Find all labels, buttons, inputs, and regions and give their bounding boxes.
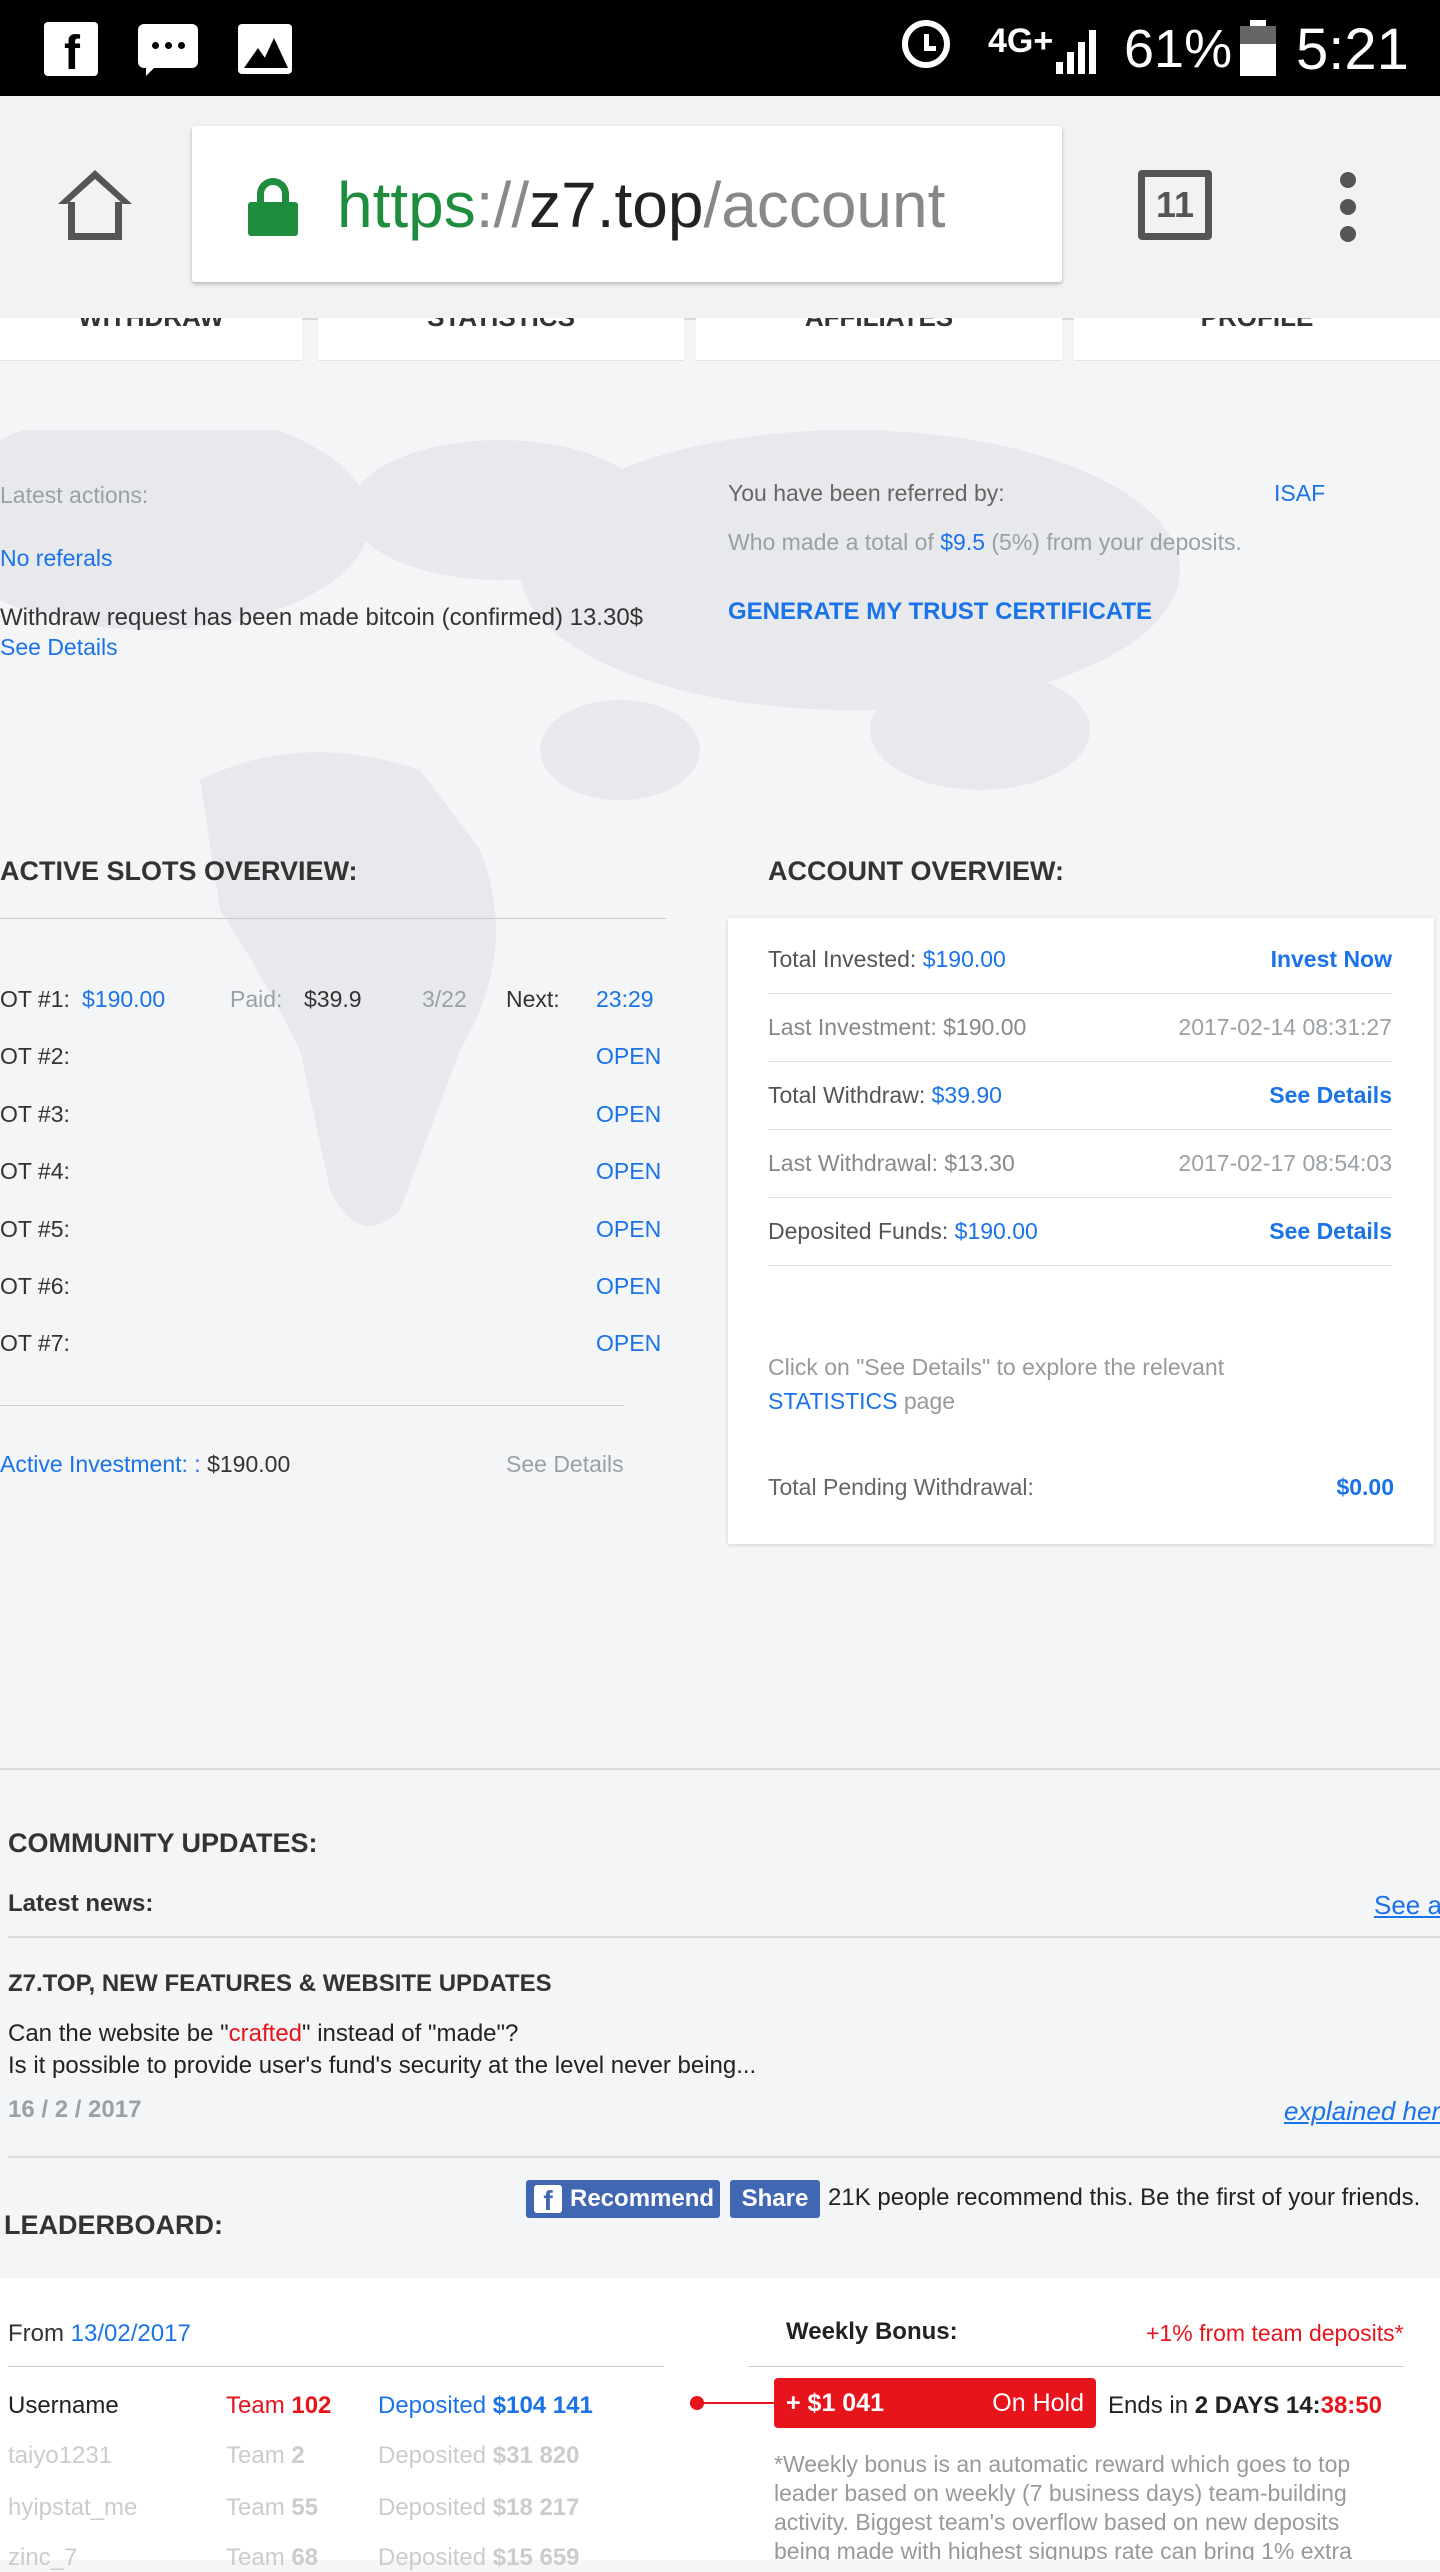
slot-open-link[interactable]: OPEN: [596, 1273, 661, 1300]
slot-next-timer: 23:29: [596, 986, 654, 1012]
battery-percent: 61%: [1124, 19, 1233, 79]
latest-actions-label: Latest actions:: [0, 482, 149, 508]
address-bar[interactable]: https://z7.top/account: [192, 126, 1062, 282]
slot-row: OT #4: OPEN: [0, 1158, 662, 1185]
facebook-icon: f: [534, 2185, 562, 2216]
bonus-badge: + $1 041 On Hold: [774, 2378, 1096, 2428]
withdraw-request-text: Withdraw request has been made bitcoin (…: [0, 604, 644, 631]
total-invested-row: Total Invested: $190.00 Invest Now: [768, 926, 1392, 994]
leaderboard-from: From 13/02/2017: [8, 2320, 191, 2347]
referral-earnings: Who made a total of $9.5 (5%) from your …: [728, 529, 1242, 555]
active-investment: Active Investment: : $190.00: [0, 1451, 291, 1477]
slot-row: OT #1: $190.00 Paid: $39.9 3/22 Next: 23…: [0, 986, 654, 1012]
signal-icon: [1056, 22, 1106, 74]
fb-recommend-button[interactable]: f Recommend: [526, 2180, 720, 2218]
bonus-dot: [690, 2396, 704, 2410]
menu-dots-icon[interactable]: [1336, 172, 1360, 242]
battery-icon: [1240, 20, 1276, 76]
divider: [0, 1405, 624, 1406]
invest-now-link[interactable]: Invest Now: [1271, 946, 1392, 973]
url-scheme: https: [337, 169, 476, 241]
divider: [0, 1768, 1440, 1770]
slot-paid: $39.9: [304, 986, 362, 1012]
no-referrals-link[interactable]: No referals: [0, 545, 112, 572]
weekly-bonus-note: *Weekly bonus is an automatic reward whi…: [774, 2451, 1352, 2560]
slot-open-link[interactable]: OPEN: [596, 1158, 661, 1185]
news-date: 16 / 2 / 2017: [8, 2096, 142, 2123]
withdraw-see-details-link[interactable]: See Details: [1269, 1082, 1392, 1109]
bonus-connector: [692, 2402, 776, 2404]
lock-icon: [248, 178, 298, 236]
image-icon: [238, 24, 292, 74]
slot-open-link[interactable]: OPEN: [596, 1330, 661, 1357]
divider: [8, 2156, 1440, 2158]
active-investment-see-details[interactable]: See Details: [506, 1451, 624, 1478]
total-withdraw-row: Total Withdraw: $39.90 See Details: [768, 1062, 1392, 1130]
slot-progress: 3/22: [422, 986, 467, 1012]
url-path: /account: [703, 169, 946, 241]
tab-affiliates[interactable]: AFFILIATES: [696, 318, 1062, 361]
fb-recommend-text: 21K people recommend this. Be the first …: [828, 2184, 1421, 2211]
tab-profile[interactable]: PROFILE: [1074, 318, 1440, 361]
latest-actions-see-details[interactable]: See Details: [0, 634, 118, 661]
slot-row: OT #5: OPEN: [0, 1216, 662, 1243]
latest-news-label: Latest news:: [8, 1890, 154, 1917]
divider: [748, 2366, 1404, 2367]
url-separator: ://: [475, 169, 530, 241]
message-icon: [138, 24, 198, 76]
home-icon[interactable]: [58, 170, 132, 240]
url-host: z7.top: [529, 169, 704, 241]
explained-link[interactable]: explained her: [1284, 2096, 1440, 2127]
from-date-link[interactable]: 13/02/2017: [71, 2320, 191, 2347]
tab-statistics[interactable]: STATISTICS: [318, 318, 684, 361]
account-overview-title: ACCOUNT OVERVIEW:: [768, 856, 1065, 886]
pending-withdrawal-label: Total Pending Withdrawal:: [768, 1474, 1034, 1500]
network-type: 4G+: [988, 22, 1054, 60]
community-title: COMMUNITY UPDATES:: [8, 1828, 318, 1858]
slot-open-link[interactable]: OPEN: [596, 1216, 661, 1243]
bonus-countdown: Ends in 2 DAYS 14:38:50: [1108, 2392, 1382, 2419]
weekly-bonus-label: Weekly Bonus:: [786, 2318, 958, 2345]
facebook-icon: f: [44, 22, 98, 78]
referrer-link[interactable]: ISAF: [1274, 480, 1325, 507]
divider: [0, 918, 666, 919]
slot-row: OT #3: OPEN: [0, 1101, 662, 1128]
slot-amount: $190.00: [82, 986, 166, 1012]
tab-withdraw[interactable]: WITHDRAW: [0, 318, 302, 361]
leaderboard-title: LEADERBOARD:: [4, 2210, 223, 2240]
generate-certificate-link[interactable]: GENERATE MY TRUST CERTIFICATE: [728, 598, 1152, 626]
url-text[interactable]: https://z7.top/account: [337, 168, 945, 242]
slot-open-link[interactable]: OPEN: [596, 1043, 661, 1070]
pending-withdrawal-value: $0.00: [1336, 1474, 1394, 1500]
referred-by-label: You have been referred by:: [728, 480, 1005, 506]
slot-row: OT #6: OPEN: [0, 1273, 662, 1300]
slot-row: OT #2: OPEN: [0, 1043, 662, 1070]
slot-open-link[interactable]: OPEN: [596, 1101, 661, 1128]
weekly-bonus-extra: +1% from team deposits*: [1146, 2320, 1404, 2346]
news-excerpt: Can the website be "crafted" instead of …: [8, 2020, 757, 2079]
account-overview-card: Total Invested: $190.00 Invest Now Last …: [728, 918, 1434, 1544]
statistics-hint: Click on "See Details" to explore the re…: [768, 1354, 1225, 1414]
last-investment-row: Last Investment: $190.00 2017-02-14 08:3…: [768, 994, 1392, 1062]
tab-switcher-button[interactable]: 11: [1138, 170, 1212, 240]
statistics-link[interactable]: STATISTICS: [768, 1388, 898, 1414]
browser-toolbar: https://z7.top/account 11: [0, 96, 1440, 320]
deposit-see-details-link[interactable]: See Details: [1269, 1218, 1392, 1245]
news-title[interactable]: Z7.TOP, NEW FEATURES & WEBSITE UPDATES: [8, 1970, 552, 1998]
see-all-link[interactable]: See a: [1374, 1890, 1440, 1921]
divider: [8, 2366, 664, 2367]
status-bar: f 4G+ 61% 5:21: [0, 0, 1440, 96]
referral-amount: $9.5: [940, 529, 985, 555]
clock: 5:21: [1296, 17, 1409, 82]
fb-share-button[interactable]: Share: [730, 2180, 820, 2218]
last-withdrawal-row: Last Withdrawal: $13.30 2017-02-17 08:54…: [768, 1130, 1392, 1198]
divider: [8, 1936, 1440, 1938]
tab-count: 11: [1155, 184, 1195, 225]
active-slots-title: ACTIVE SLOTS OVERVIEW:: [0, 856, 358, 886]
slot-row: OT #7: OPEN: [0, 1330, 662, 1357]
deposited-funds-row: Deposited Funds: $190.00 See Details: [768, 1198, 1392, 1266]
alarm-icon: [902, 20, 950, 68]
